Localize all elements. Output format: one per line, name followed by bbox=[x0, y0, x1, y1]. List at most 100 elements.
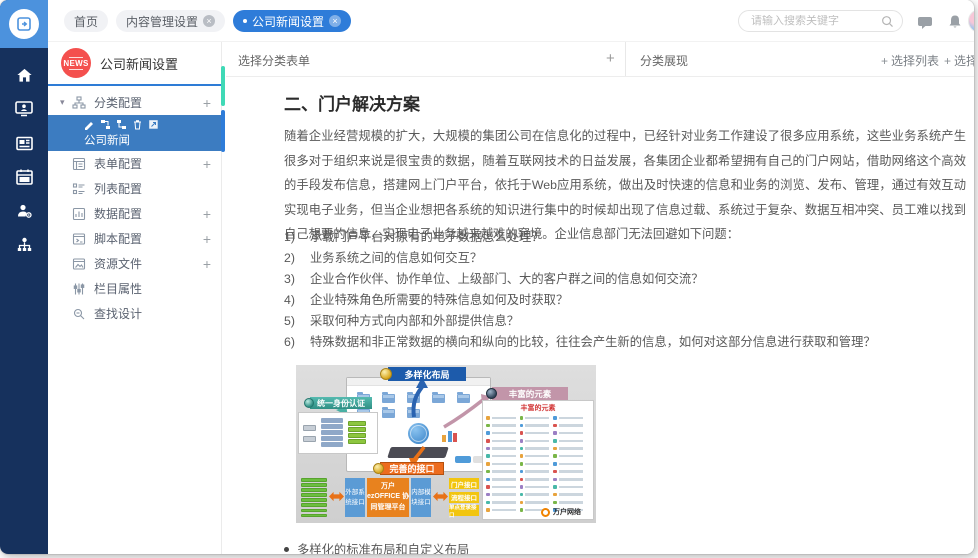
tree-item-label: 查找设计 bbox=[94, 305, 211, 322]
tab-label: 公司新闻设置 bbox=[252, 13, 324, 30]
delete-icon[interactable] bbox=[132, 119, 143, 130]
add-form-button[interactable]: + bbox=[606, 50, 615, 67]
add-icon[interactable]: + bbox=[203, 207, 211, 221]
tree-item[interactable]: 资源文件+ bbox=[48, 251, 221, 276]
calendar-icon[interactable] bbox=[0, 160, 48, 194]
diagram-box-internal: 内部模块接口 bbox=[411, 478, 431, 517]
news-badge-icon: NEWS bbox=[61, 48, 91, 78]
tree-item[interactable]: 脚本配置+ bbox=[48, 226, 221, 251]
attribute-icon bbox=[72, 282, 86, 296]
add-icon[interactable]: + bbox=[203, 232, 211, 246]
caret-down-icon[interactable]: ▾ bbox=[60, 97, 72, 108]
diagram-banner-left: 统一身份认证 bbox=[310, 397, 372, 409]
search-input[interactable] bbox=[751, 15, 881, 27]
resource-icon bbox=[72, 257, 86, 271]
diagram-banner-bottom: 完善的接口 bbox=[380, 462, 444, 475]
org-icon[interactable] bbox=[0, 228, 48, 262]
config-tree: ▾分类配置+ 公司新闻 表单配置+列表配置数据配置+脚本配置+资源文件+栏目属性… bbox=[48, 86, 221, 326]
app-rail bbox=[0, 0, 48, 554]
doc-heading: 二、门户解决方案 bbox=[284, 90, 420, 115]
diagram-mini-chart bbox=[442, 431, 457, 442]
tree-item-label: 栏目属性 bbox=[94, 280, 211, 297]
data-icon bbox=[72, 207, 86, 221]
tab-item-1[interactable]: 内容管理设置× bbox=[116, 10, 225, 32]
tree-item-label: 公司新闻 bbox=[84, 132, 221, 148]
tree-item[interactable]: 数据配置+ bbox=[48, 201, 221, 226]
diagram-yellow-box: 流程接口 bbox=[449, 492, 479, 503]
section-title-form: 选择分类表单 bbox=[238, 52, 310, 69]
tab-label: 首页 bbox=[74, 13, 98, 30]
add-icon[interactable]: + bbox=[203, 96, 211, 110]
diagram-tablet bbox=[387, 447, 449, 458]
diagram-banner-top: 多样化布局 bbox=[388, 367, 466, 381]
doc-bullet-item: 多样化的标准布局和自定义布局 bbox=[284, 540, 469, 554]
panel-header: NEWS 公司新闻设置 bbox=[48, 42, 221, 86]
diagram-arrow-lr-1 bbox=[329, 491, 344, 502]
tree-item[interactable]: 表单配置+ bbox=[48, 151, 221, 176]
edit-icon[interactable] bbox=[84, 119, 95, 130]
diagram-yellow-box: 门户接口 bbox=[449, 478, 479, 489]
diagram-vendor-logo: 万户网络 bbox=[541, 507, 581, 517]
script-icon bbox=[72, 232, 86, 246]
content-area: 选择分类表单 + 分类展现 +选择列表 +选择 二、门户解决方案 随着企业经营规… bbox=[226, 42, 974, 554]
doc-list-item: 3)企业合作伙伴、协作单位、上级部门、大的客户群之间的信息如何交流？ bbox=[284, 269, 966, 290]
doc-question-list: 1)承载门户平台对原有的电子数据怎么处理？2)业务系统之间的信息如何交互？3)企… bbox=[284, 227, 966, 353]
diagram-green-list bbox=[301, 478, 327, 517]
doc-list-item: 2)业务系统之间的信息如何交互？ bbox=[284, 248, 966, 269]
solution-diagram-image: 多样化布局 统一身份认证 丰富的元素 完善的接口 bbox=[296, 365, 596, 523]
tree-item[interactable]: ▾ 分类配置+ bbox=[48, 90, 221, 115]
user-settings-icon[interactable] bbox=[0, 194, 48, 228]
select-list-button[interactable]: +选择列表 bbox=[881, 52, 939, 69]
doc-list-item: 5)采取何种方式向内部和外部提供信息？ bbox=[284, 311, 966, 332]
add-icon[interactable]: + bbox=[203, 157, 211, 171]
news-icon[interactable] bbox=[0, 126, 48, 160]
home-icon[interactable] bbox=[0, 58, 48, 92]
app-logo[interactable] bbox=[0, 0, 48, 48]
doc-list-item: 4)企业特殊角色所需要的特殊信息如何及时获取？ bbox=[284, 290, 966, 311]
tree-item-label: 分类配置 bbox=[94, 94, 203, 111]
list-icon bbox=[72, 182, 86, 196]
header-divider bbox=[625, 42, 626, 76]
user-monitor-icon[interactable] bbox=[0, 92, 48, 126]
doc-list-item: 6)特殊数据和非正常数据的横向和纵向的比较，往往会产生新的信息，如何对这部分信息… bbox=[284, 332, 966, 353]
close-icon[interactable]: × bbox=[329, 15, 341, 27]
diagram-box-external: 外部系统接口 bbox=[345, 478, 365, 517]
panel-title: 公司新闻设置 bbox=[100, 54, 178, 73]
sitemap-icon bbox=[72, 96, 86, 110]
message-icon[interactable] bbox=[916, 13, 934, 31]
bell-icon[interactable] bbox=[946, 13, 964, 31]
content-header: 选择分类表单 + 分类展现 +选择列表 +选择 bbox=[226, 42, 974, 77]
form-icon bbox=[72, 157, 86, 171]
add-node-icon[interactable] bbox=[100, 119, 111, 130]
tree-item-label: 资源文件 bbox=[94, 255, 203, 272]
diagram-elements-panel: 丰富的元素 万户网络 bbox=[482, 400, 594, 520]
breadcrumb-tabs: 首页 内容管理设置× 公司新闻设置 × bbox=[64, 10, 351, 32]
tree-item[interactable]: 查找设计 bbox=[48, 301, 221, 326]
tree-item[interactable]: 列表配置 bbox=[48, 176, 221, 201]
tab-item-2[interactable]: 公司新闻设置 × bbox=[233, 10, 351, 32]
active-dot-icon bbox=[243, 19, 247, 23]
tree-item[interactable]: 栏目属性 bbox=[48, 276, 221, 301]
diagram-arrow-lr-2 bbox=[433, 491, 448, 502]
tab-home[interactable]: 首页 bbox=[64, 10, 108, 32]
top-bar: 首页内容管理设置×公司新闻设置× 开发部长 bbox=[48, 0, 974, 42]
document-body: 二、门户解决方案 随着企业经营规模的扩大，大规模的集团公司在信息化的过程中，已经… bbox=[226, 77, 974, 554]
export-icon[interactable] bbox=[148, 119, 159, 130]
select-button[interactable]: +选择 bbox=[944, 52, 974, 69]
search-icon bbox=[881, 15, 894, 28]
rail-icon-list bbox=[0, 58, 48, 262]
splitter-accent-teal[interactable] bbox=[221, 66, 225, 106]
close-icon[interactable]: × bbox=[203, 15, 215, 27]
diagram-banner-left-dot bbox=[304, 398, 314, 408]
add-icon[interactable]: + bbox=[203, 257, 211, 271]
remove-node-icon[interactable] bbox=[116, 119, 127, 130]
global-search[interactable] bbox=[738, 10, 903, 32]
tree-item-company-news[interactable]: 公司新闻 bbox=[48, 115, 221, 151]
user-avatar[interactable] bbox=[968, 9, 974, 33]
tree-item-label: 数据配置 bbox=[94, 205, 203, 222]
bullet-dot-icon bbox=[284, 547, 289, 552]
splitter-accent-blue[interactable] bbox=[221, 110, 225, 152]
app-window: 首页内容管理设置×公司新闻设置× 开发部长 NEWS 公司新闻设置 ▾分类配置+… bbox=[0, 0, 974, 554]
diagram-elements-title: 丰富的元素 bbox=[483, 401, 593, 413]
find-icon bbox=[72, 307, 86, 321]
